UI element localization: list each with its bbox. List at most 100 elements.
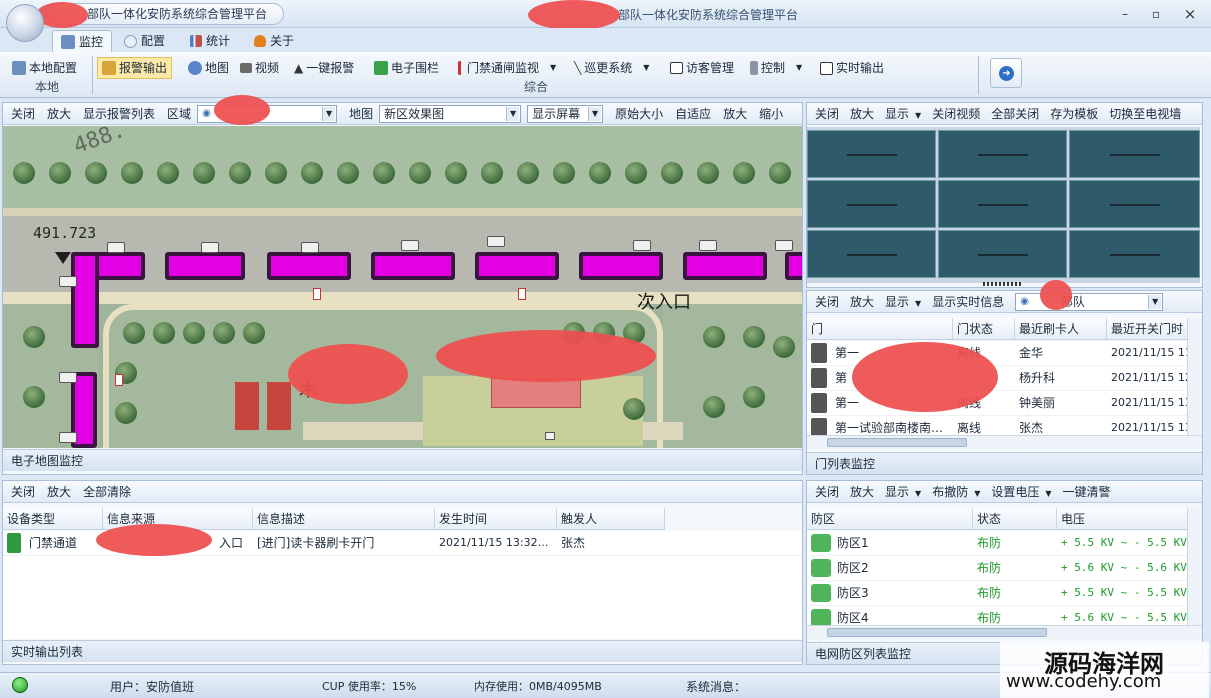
door-col-header[interactable]: 门状态 xyxy=(953,318,1015,339)
realtime-output-icon xyxy=(820,61,833,75)
video-cell[interactable] xyxy=(807,230,936,278)
video-cell[interactable] xyxy=(1069,230,1200,278)
output-table-header: 设备类型 信息来源 信息描述 发生时间 触发人 xyxy=(3,508,665,530)
fence-icon xyxy=(374,61,388,75)
electronic-fence-button[interactable]: 电子围栏 xyxy=(370,57,443,79)
video-cell[interactable] xyxy=(1069,180,1200,228)
scroll-thumb[interactable] xyxy=(827,438,967,447)
ribbon-expand-button[interactable]: ➜ xyxy=(990,58,1022,88)
show-realtime-info-button[interactable]: 显示实时信息 xyxy=(932,293,1004,310)
door-table-vscroll[interactable] xyxy=(1187,318,1202,435)
map-door-icon[interactable] xyxy=(115,374,123,386)
map-select[interactable]: 新区效果图 ▼ xyxy=(379,104,522,123)
map-button[interactable]: 地图 xyxy=(184,57,233,79)
video-cell[interactable] xyxy=(1069,130,1200,178)
access-gate-monitor-button[interactable]: 门禁通闸监视 ▼ xyxy=(454,57,560,79)
tab-about[interactable]: 关于 xyxy=(246,30,302,52)
one-key-alarm-button[interactable]: ▲ 一键报警 xyxy=(290,57,358,79)
zoom-in-button[interactable]: 放大 xyxy=(723,105,747,122)
map-door-icon[interactable] xyxy=(313,288,321,300)
map-door-icon[interactable] xyxy=(518,288,526,300)
map-court xyxy=(235,382,259,430)
zone-close-button[interactable]: 关闭 xyxy=(815,483,839,500)
output-close-button[interactable]: 关闭 xyxy=(11,483,35,500)
video-cell[interactable] xyxy=(807,180,936,228)
door-col-header[interactable]: 最近刷卡人 xyxy=(1015,318,1107,339)
tab-stats[interactable]: 统计 xyxy=(182,30,238,52)
map-close-button[interactable]: 关闭 xyxy=(11,105,35,122)
splitter-handle[interactable] xyxy=(983,282,1023,286)
zone-voltage: + 5.5 KV ~ - 5.5 KV xyxy=(1061,586,1187,599)
door-show-button[interactable]: 显示 ▼ xyxy=(885,293,921,310)
table-row[interactable]: 防区2 布防 + 5.6 KV ~ - 5.6 KV xyxy=(807,556,1187,581)
video-cell[interactable] xyxy=(807,130,936,178)
zone-icon xyxy=(811,609,831,625)
map-camera-icon[interactable] xyxy=(545,432,555,440)
video-close-button[interactable]: 关闭 xyxy=(815,105,839,122)
close-video-button[interactable]: 关闭视频 xyxy=(932,105,980,122)
clear-all-button[interactable]: 全部清除 xyxy=(83,483,131,500)
video-cell[interactable] xyxy=(938,230,1067,278)
video-zoom-in-button[interactable]: 放大 xyxy=(850,105,874,122)
table-row[interactable]: 防区4 布防 + 5.6 KV ~ - 5.5 KV xyxy=(807,606,1187,625)
app-orb-button[interactable] xyxy=(6,4,44,42)
control-button[interactable]: 控制 ▼ xyxy=(746,57,806,79)
close-all-button[interactable]: 全部关闭 xyxy=(991,105,1039,122)
arm-disarm-button[interactable]: 布撤防 ▼ xyxy=(932,483,980,500)
door-last-person: 钟美丽 xyxy=(1019,396,1056,410)
save-template-button[interactable]: 存为模板 xyxy=(1050,105,1098,122)
zone-table-hscroll[interactable] xyxy=(807,625,1202,639)
show-alarm-list-button[interactable]: 显示报警列表 xyxy=(83,105,155,122)
zone-status: 布防 xyxy=(977,611,1002,625)
switch-tv-wall-button[interactable]: 切换至电视墙 xyxy=(1109,105,1181,122)
map-entrance-label: 次入口 xyxy=(637,292,691,313)
unit-select[interactable]: ◉ 部队 ▼ xyxy=(1015,292,1164,311)
minimize-button[interactable]: – xyxy=(1117,6,1133,22)
dropdown-arrow-icon: ▼ xyxy=(643,63,650,72)
screen-select[interactable]: 显示屏幕 ▼ xyxy=(527,104,604,123)
output-time: 2021/11/15 13:32… xyxy=(439,536,549,549)
map-zoom-in-button[interactable]: 放大 xyxy=(47,105,71,122)
door-col-header[interactable]: 门 xyxy=(807,318,953,339)
zoom-out-button[interactable]: 缩小 xyxy=(759,105,783,122)
video-show-button[interactable]: 显示 ▼ xyxy=(885,105,921,122)
realtime-output-button[interactable]: 实时输出 xyxy=(816,57,888,79)
video-cell[interactable] xyxy=(938,130,1067,178)
tab-config[interactable]: 配置 xyxy=(116,30,173,52)
tab-monitor[interactable]: 监控 xyxy=(52,30,113,52)
table-row[interactable]: 防区3 布防 + 5.5 KV ~ - 5.5 KV xyxy=(807,581,1187,606)
zone-voltage: + 5.6 KV ~ - 5.5 KV xyxy=(1061,611,1187,624)
output-col-header[interactable]: 设备类型 xyxy=(3,508,103,529)
map-canvas[interactable]: 488. 木 491.723 次入口 xyxy=(3,126,802,448)
fit-button[interactable]: 自适应 xyxy=(675,105,711,122)
visitor-management-button[interactable]: 访客管理 xyxy=(666,57,738,79)
door-table-hscroll[interactable] xyxy=(807,435,1202,449)
output-zoom-in-button[interactable]: 放大 xyxy=(47,483,71,500)
patrol-system-button[interactable]: ╲ 巡更系统 ▼ xyxy=(570,57,653,79)
video-button[interactable]: 视频 xyxy=(236,57,283,79)
original-size-button[interactable]: 原始大小 xyxy=(615,105,663,122)
zone-col-header[interactable]: 防区 xyxy=(807,508,973,529)
door-close-button[interactable]: 关闭 xyxy=(815,293,839,310)
video-cell[interactable] xyxy=(938,180,1067,228)
output-col-header[interactable]: 触发人 xyxy=(557,508,665,529)
alarm-output-button[interactable]: 报警输出 xyxy=(97,57,173,79)
table-row[interactable]: 防区1 布防 + 5.5 KV ~ - 5.5 KV xyxy=(807,531,1187,556)
zone-zoom-in-button[interactable]: 放大 xyxy=(850,483,874,500)
output-col-header[interactable]: 发生时间 xyxy=(435,508,557,529)
zone-col-header[interactable]: 电压 xyxy=(1057,508,1187,529)
output-col-header[interactable]: 信息描述 xyxy=(253,508,435,529)
door-zoom-in-button[interactable]: 放大 xyxy=(850,293,874,310)
zone-col-header[interactable]: 状态 xyxy=(973,508,1057,529)
scroll-thumb[interactable] xyxy=(827,628,1047,637)
one-key-clear-alarm-button[interactable]: 一键清警 xyxy=(1063,483,1111,500)
local-config-button[interactable]: 本地配置 xyxy=(8,57,81,79)
zone-table-vscroll[interactable] xyxy=(1187,508,1202,625)
zone-show-button[interactable]: 显示 ▼ xyxy=(885,483,921,500)
door-col-header[interactable]: 最近开关门时 xyxy=(1107,318,1187,339)
close-window-button[interactable]: × xyxy=(1182,6,1198,22)
table-row[interactable]: 第一试验部南楼南… 离线 张杰 2021/11/15 13 xyxy=(807,416,1187,435)
set-voltage-button[interactable]: 设置电压 ▼ xyxy=(991,483,1051,500)
maximize-button[interactable]: ▫ xyxy=(1148,6,1164,22)
dropdown-arrow-icon: ▼ xyxy=(915,489,922,498)
